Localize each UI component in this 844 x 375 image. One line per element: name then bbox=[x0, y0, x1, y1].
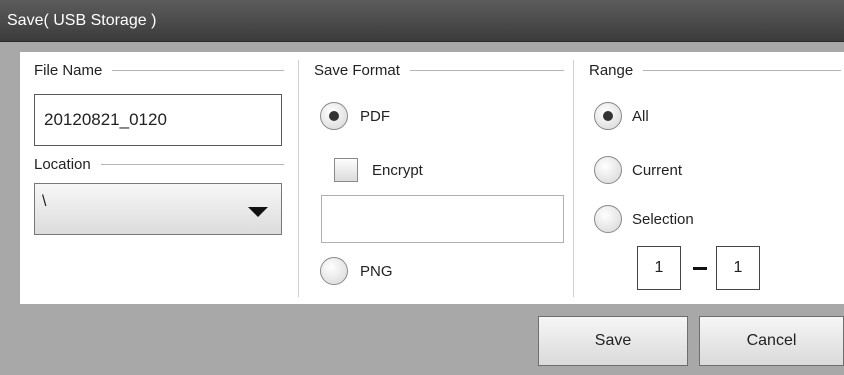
range-all-radio[interactable] bbox=[594, 102, 622, 130]
range-from-value: 1 bbox=[654, 259, 664, 276]
location-legend: Location bbox=[34, 156, 284, 173]
cancel-button-label: Cancel bbox=[746, 332, 797, 349]
encrypt-checkbox[interactable] bbox=[334, 158, 358, 182]
save-format-legend: Save Format bbox=[314, 62, 564, 79]
file-name-input[interactable]: 20120821_0120 bbox=[34, 94, 282, 146]
file-name-legend: File Name bbox=[34, 62, 284, 79]
file-name-value: 20120821_0120 bbox=[44, 110, 167, 129]
range-legend: Range bbox=[589, 62, 841, 79]
png-radio[interactable] bbox=[320, 257, 348, 285]
encrypt-label: Encrypt bbox=[372, 162, 423, 179]
file-name-label: File Name bbox=[34, 62, 103, 79]
save-dialog: Save( USB Storage ) File Name 20120821_0… bbox=[0, 0, 844, 375]
range-to-input[interactable]: 1 bbox=[716, 246, 760, 290]
save-button-label: Save bbox=[594, 332, 632, 349]
range-current-radio[interactable] bbox=[594, 156, 622, 184]
chevron-down-icon bbox=[248, 207, 268, 217]
location-dropdown[interactable]: \ bbox=[34, 183, 282, 235]
range-label: Range bbox=[589, 62, 634, 79]
range-current-label: Current bbox=[632, 162, 683, 179]
range-selection-radio[interactable] bbox=[594, 205, 622, 233]
range-all-label: All bbox=[632, 108, 649, 125]
content-panel: File Name 20120821_0120 Location \ Save … bbox=[20, 52, 844, 304]
radio-selected-dot bbox=[603, 111, 613, 121]
column-divider-2 bbox=[573, 60, 574, 297]
png-label: PNG bbox=[360, 263, 393, 280]
pdf-radio[interactable] bbox=[320, 102, 348, 130]
range-selection-label: Selection bbox=[632, 211, 694, 228]
title-bar: Save( USB Storage ) bbox=[0, 0, 844, 42]
range-from-input[interactable]: 1 bbox=[637, 246, 681, 290]
password-field[interactable] bbox=[321, 195, 564, 243]
range-to-value: 1 bbox=[733, 259, 743, 276]
location-value: \ bbox=[42, 193, 47, 210]
cancel-button[interactable]: Cancel bbox=[699, 316, 844, 366]
range-dash bbox=[693, 267, 707, 270]
location-label: Location bbox=[34, 156, 91, 173]
column-divider-1 bbox=[298, 60, 299, 297]
pdf-label: PDF bbox=[360, 108, 390, 125]
radio-selected-dot bbox=[329, 111, 339, 121]
dialog-title: Save( USB Storage ) bbox=[7, 12, 157, 29]
save-format-label: Save Format bbox=[314, 62, 400, 79]
save-button[interactable]: Save bbox=[538, 316, 688, 366]
